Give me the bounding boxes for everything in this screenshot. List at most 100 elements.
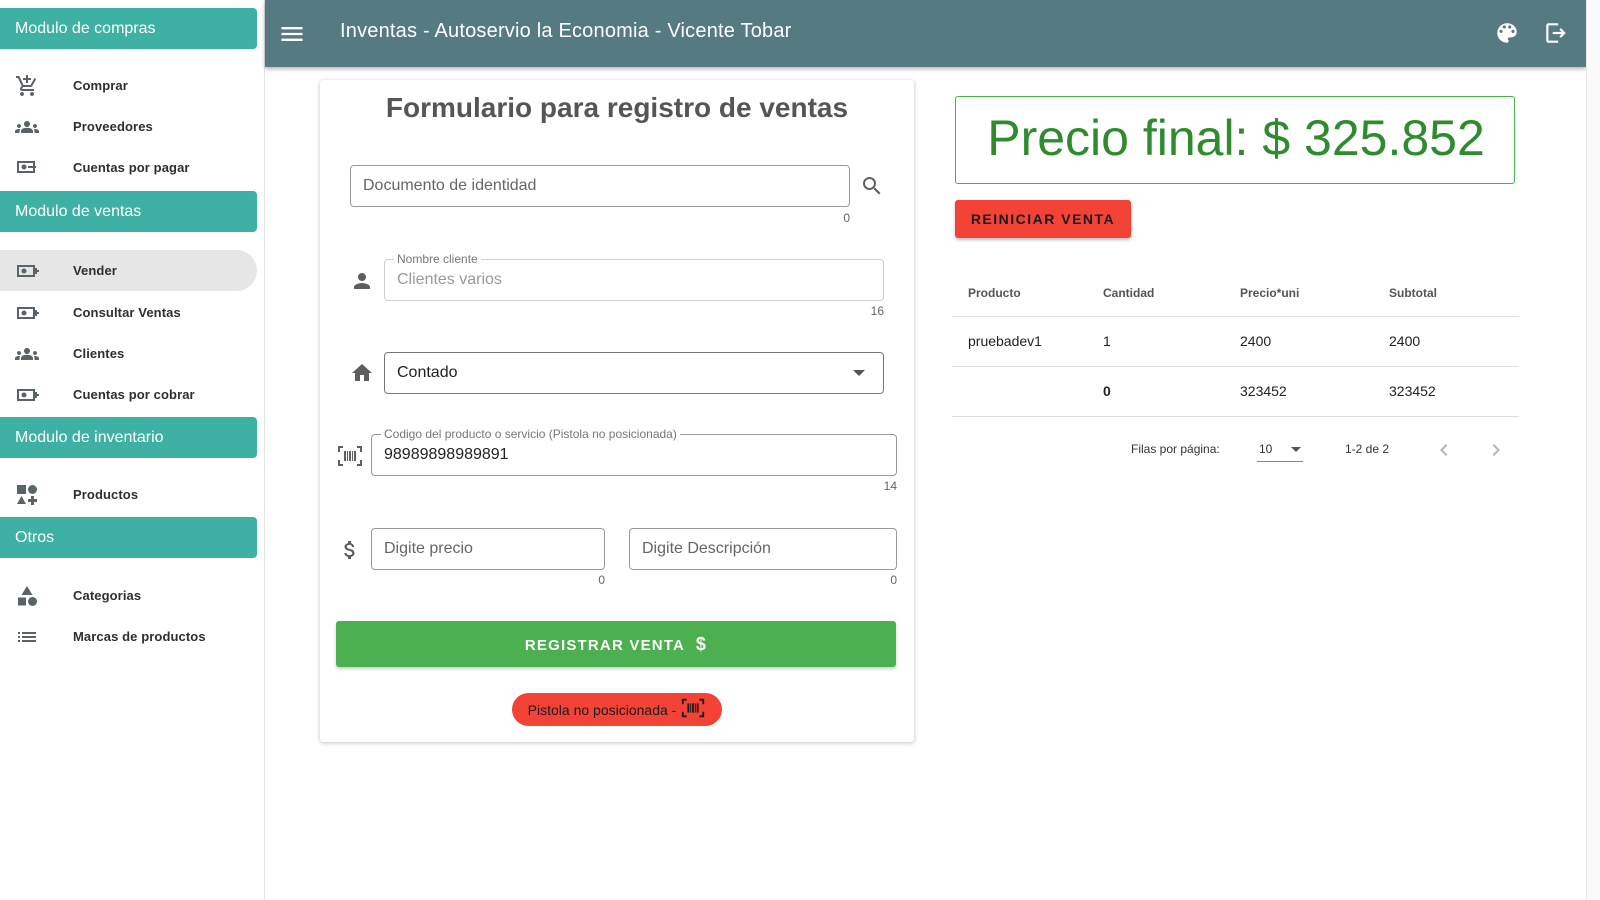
cash-plus-icon [15,383,39,407]
cell-producto [952,366,1103,417]
form-title: Formulario para registro de ventas [385,92,849,123]
section-header-ventas: Modulo de ventas [0,191,257,232]
dollar-icon [338,538,362,562]
sidebar-item-cuentas-por-cobrar[interactable]: Cuentas por cobrar [0,374,257,415]
sidebar-item-clientes[interactable]: Clientes [0,333,257,374]
sidebar-item-proveedores[interactable]: Proveedores [0,106,257,147]
list-icon [15,625,39,649]
sidebar-item-comprar[interactable]: Comprar [0,65,257,106]
section-header-otros: Otros [0,517,257,558]
document-input[interactable] [351,166,849,206]
payment-type-value: Contado [397,364,458,381]
sidebar-item-label: Categorias [73,588,142,603]
document-field [350,165,850,207]
cell-subtotal: 323452 [1389,366,1519,417]
page-range: 1-2 de 2 [1345,442,1390,456]
column-header-subtotal[interactable]: Subtotal [1389,270,1519,317]
description-input[interactable] [630,529,896,569]
table-pagination: Filas por página: 10 1-2 de 2 [952,432,1519,468]
cell-precio: 2400 [1240,316,1389,367]
sidebar-item-label: Cuentas por pagar [73,160,190,175]
page-scrollbar[interactable] [1586,0,1600,900]
sidebar-item-productos[interactable]: Productos [0,474,257,515]
reset-sale-button[interactable]: REINICIAR VENTA [955,200,1131,238]
section-header-inventario: Modulo de inventario [0,417,257,458]
group-icon [15,342,39,366]
rows-per-page-label: Filas por página: [1131,442,1220,456]
table-header-row: Producto Cantidad Precio*uni Subtotal [952,270,1519,317]
sidebar-item-label: Marcas de productos [73,629,206,644]
logout-icon[interactable] [1543,20,1569,46]
rows-per-page-select[interactable]: 10 [1257,436,1303,462]
sale-items-table: Producto Cantidad Precio*uni Subtotal pr… [952,270,1519,417]
document-counter: 0 [843,211,850,225]
product-code-label: Codigo del producto o servicio (Pistola … [381,427,680,441]
barcode-icon [680,695,706,724]
product-code-field: Codigo del producto o servicio (Pistola … [371,427,897,476]
register-sale-label: REGISTRAR VENTA [524,636,685,654]
search-icon[interactable] [860,174,884,198]
price-field [371,528,605,570]
client-name-counter: 16 [870,304,884,318]
cash-plus-icon [15,259,39,283]
sidebar-item-consultar-ventas[interactable]: Consultar Ventas [0,292,257,333]
chevron-down-icon [1291,447,1301,452]
sidebar-item-label: Consultar Ventas [73,305,181,320]
person-icon [350,269,374,293]
app-title: Inventas - Autoservio la Economia - Vice… [340,20,792,42]
cart-plus-icon [15,74,39,98]
sidebar: Modulo de compras Comprar Proveedores Cu… [0,0,265,900]
rows-per-page-value: 10 [1259,442,1273,456]
description-field [629,528,897,570]
sidebar-item-label: Proveedores [73,119,153,134]
sidebar-item-vender[interactable]: Vender [0,250,257,291]
scanner-status-chip: Pistola no posicionada - [512,693,722,726]
home-icon [350,361,374,385]
top-app-bar: Inventas - Autoservio la Economia - Vice… [265,0,1586,67]
chevron-left-icon[interactable] [1432,438,1456,462]
cell-cantidad: 1 [1103,316,1240,367]
chevron-right-icon[interactable] [1484,438,1508,462]
shapes-icon [15,584,39,608]
palette-icon[interactable] [1494,20,1520,46]
client-name-field: Nombre cliente [384,252,884,301]
cell-subtotal: 2400 [1389,316,1519,367]
table-row[interactable]: 0 323452 323452 [952,366,1519,417]
price-counter: 0 [598,573,605,587]
group-icon [15,115,39,139]
scanner-status-label: Pistola no posicionada - [527,701,677,718]
menu-icon[interactable] [278,20,306,48]
cell-cantidad: 0 [1103,366,1240,417]
column-header-precio[interactable]: Precio*uni [1240,270,1389,317]
sidebar-item-label: Cuentas por cobrar [73,387,195,402]
dollar-icon: $ [695,633,708,654]
sidebar-item-label: Productos [73,487,139,502]
price-input[interactable] [372,529,604,569]
table-row[interactable]: pruebadev1 1 2400 2400 [952,316,1519,367]
final-price-box: Precio final: $ 325.852 [955,96,1515,184]
product-code-counter: 14 [883,479,897,493]
column-header-producto[interactable]: Producto [952,270,1103,317]
cash-plus-icon [15,301,39,325]
client-name-label: Nombre cliente [394,252,481,266]
register-sale-button[interactable]: REGISTRAR VENTA $ [336,621,896,667]
chevron-down-icon [853,370,865,376]
cell-precio: 323452 [1240,366,1389,417]
sidebar-item-label: Clientes [73,346,125,361]
client-name-input[interactable] [385,260,883,300]
sidebar-item-categorias[interactable]: Categorias [0,575,257,616]
cell-producto: pruebadev1 [952,316,1103,367]
sale-form-card: Formulario para registro de ventas 0 Nom… [320,80,914,742]
shapes-plus-icon [15,483,39,507]
product-code-input[interactable] [372,435,896,475]
column-header-cantidad[interactable]: Cantidad [1103,270,1240,317]
section-header-compras: Modulo de compras [0,8,257,49]
payment-type-select[interactable]: Contado [384,352,884,394]
sidebar-item-cuentas-por-pagar[interactable]: Cuentas por pagar [0,147,257,188]
cash-minus-icon [15,156,39,180]
description-counter: 0 [890,573,897,587]
sidebar-item-label: Comprar [73,78,128,93]
barcode-icon [336,442,364,470]
sidebar-item-marcas[interactable]: Marcas de productos [0,616,257,657]
final-price-text: Precio final: $ 325.852 [987,110,1485,166]
